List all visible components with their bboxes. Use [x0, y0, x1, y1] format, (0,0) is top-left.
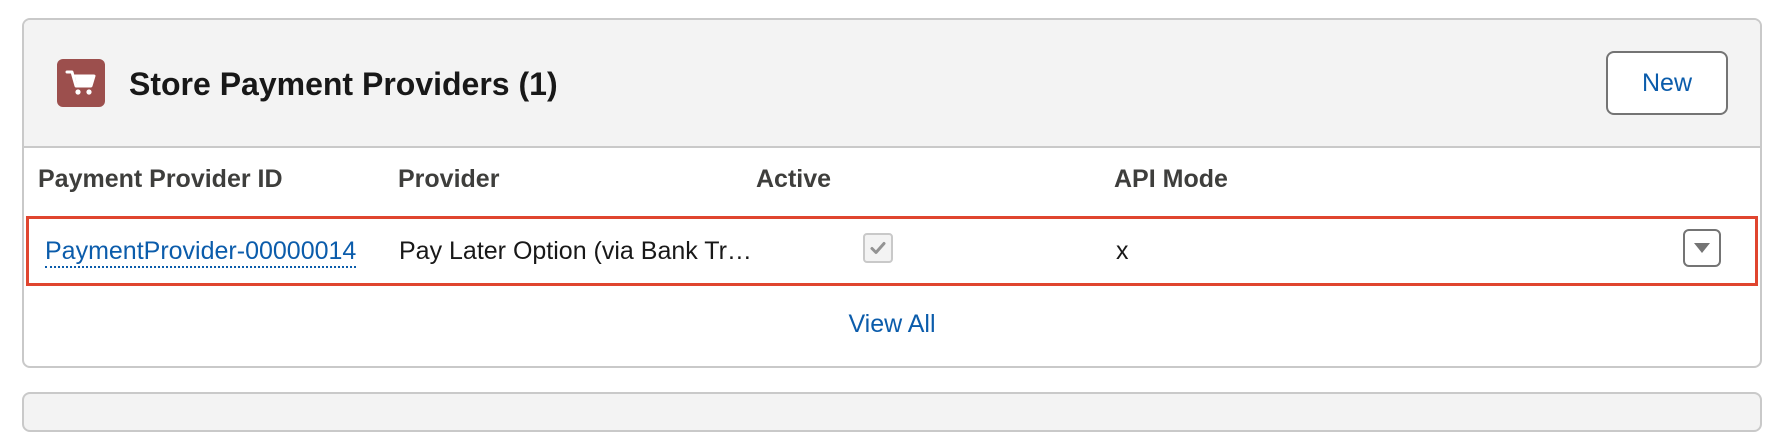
cart-icon	[57, 59, 105, 107]
column-header-api-mode[interactable]: API Mode	[1114, 165, 1228, 194]
new-button[interactable]: New	[1606, 51, 1728, 115]
payment-provider-id-cell: PaymentProvider-00000014	[45, 237, 357, 268]
provider-cell: Pay Later Option (via Bank Tr…	[399, 237, 752, 265]
card-header: Store Payment Providers (1) New	[24, 20, 1760, 148]
column-header-provider[interactable]: Provider	[398, 165, 499, 194]
view-all-link[interactable]: View All	[848, 310, 935, 338]
checkmark-icon	[870, 242, 886, 254]
active-checkbox	[863, 233, 893, 263]
column-header-payment-provider-id[interactable]: Payment Provider ID	[38, 165, 283, 194]
column-header-active[interactable]: Active	[756, 165, 831, 194]
next-card-edge	[22, 392, 1762, 432]
payment-provider-id-link[interactable]: PaymentProvider-00000014	[45, 237, 357, 268]
api-mode-cell: x	[1116, 237, 1129, 265]
chevron-down-icon	[1694, 243, 1710, 253]
table-header: Payment Provider ID Provider Active API …	[24, 148, 1760, 208]
view-all-link-container: View All	[24, 310, 1760, 339]
store-payment-providers-card: Store Payment Providers (1) New Payment …	[22, 18, 1762, 368]
card-title: Store Payment Providers (1)	[129, 66, 558, 102]
table-row: PaymentProvider-00000014 Pay Later Optio…	[26, 216, 1758, 286]
row-actions-button[interactable]	[1683, 229, 1721, 267]
